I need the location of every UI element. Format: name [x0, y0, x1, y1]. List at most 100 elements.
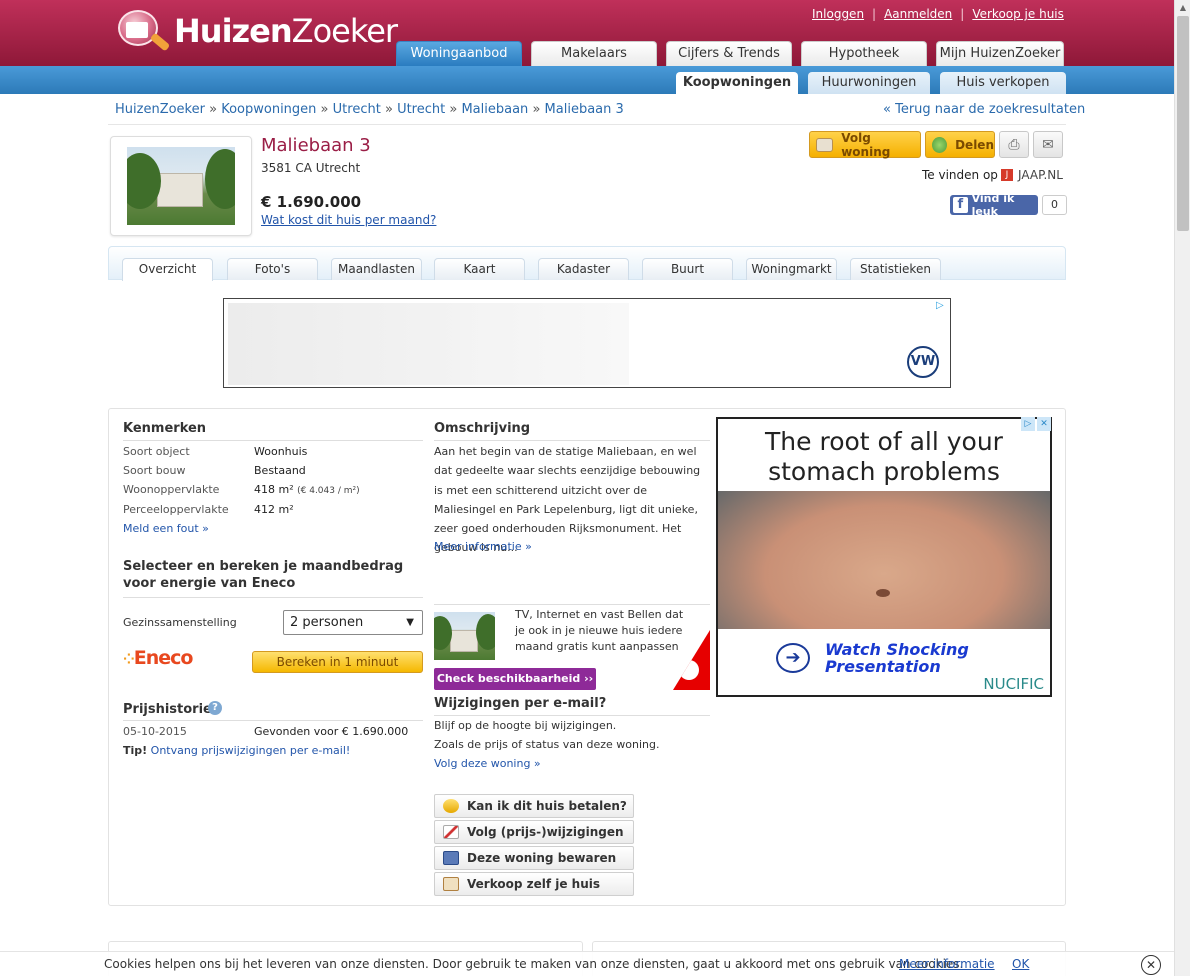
- tab-hypotheek[interactable]: Hypotheek: [801, 41, 927, 66]
- breadcrumb-item[interactable]: HuizenZoeker: [115, 102, 205, 117]
- breadcrumb-item[interactable]: Maliebaan: [461, 102, 528, 117]
- feature-label: Soort object: [123, 445, 190, 458]
- tab-woningaanbod[interactable]: Woningaanbod: [396, 41, 522, 66]
- scroll-up-icon[interactable]: ▲: [1175, 0, 1190, 16]
- share-globe-icon: [932, 136, 948, 153]
- tab-fotos[interactable]: Foto's: [227, 258, 318, 280]
- divider: [123, 597, 423, 598]
- more-info-link[interactable]: Meer informatie »: [434, 540, 532, 553]
- sub-nav: Koopwoningen Huurwoningen Huis verkopen: [676, 72, 1066, 94]
- changes-line: Zoals de prijs of status van deze woning…: [434, 738, 660, 751]
- tab-statistieken[interactable]: Statistieken: [850, 258, 941, 280]
- cookie-bar: Cookies helpen ons bij het leveren van o…: [0, 951, 1174, 976]
- eneco-logo: ⁘Eneco: [123, 647, 193, 669]
- vodafone-house-photo: [434, 612, 495, 660]
- feature-label: Soort bouw: [123, 464, 186, 477]
- tab-woningmarkt[interactable]: Woningmarkt: [746, 258, 837, 280]
- report-error-link[interactable]: Meld een fout »: [123, 522, 209, 535]
- subtab-huurwoningen[interactable]: Huurwoningen: [808, 72, 930, 94]
- house-icon: [816, 137, 834, 152]
- help-icon[interactable]: ?: [208, 701, 222, 715]
- history-event: Gevonden voor € 1.690.000: [254, 725, 409, 738]
- scroll-thumb[interactable]: [1177, 16, 1189, 231]
- follow-price-changes-button[interactable]: Volg (prijs-)wijzigingen: [434, 820, 634, 844]
- share-button[interactable]: Delen: [925, 131, 995, 158]
- printer-icon: ⎙: [1008, 136, 1020, 153]
- price-alert-link[interactable]: Ontvang prijswijzigingen per e-mail!: [151, 744, 351, 757]
- household-select[interactable]: 2 personen ▼: [283, 610, 423, 635]
- breadcrumb-item[interactable]: Utrecht: [397, 102, 445, 117]
- jaap-link[interactable]: J JAAP.NL: [1001, 168, 1063, 182]
- ad-image-placeholder: [228, 303, 629, 385]
- vodafone-text: TV, Internet en vast Bellen dat je ook i…: [515, 608, 684, 653]
- property-price: € 1.690.000: [261, 193, 362, 211]
- feature-value: 412 m²: [254, 503, 294, 516]
- tab-kaart[interactable]: Kaart: [434, 258, 525, 280]
- breadcrumb: HuizenZoeker » Koopwoningen » Utrecht » …: [115, 102, 624, 117]
- feature-label: Woonoppervlakte: [123, 483, 220, 496]
- feature-value: Bestaand: [254, 464, 306, 477]
- sell-house-link[interactable]: Verkoop je huis: [972, 7, 1064, 21]
- facebook-like-button[interactable]: f Vind ik leuk: [950, 192, 1038, 218]
- monthly-cost-link[interactable]: Wat kost dit huis per maand?: [261, 213, 436, 227]
- ad-headline: The root of all your stomach problems: [765, 427, 1003, 486]
- subtab-koopwoningen[interactable]: Koopwoningen: [676, 72, 798, 94]
- chart-icon: [443, 825, 459, 839]
- back-to-results-link[interactable]: « Terug naar de zoekresultaten: [883, 102, 1085, 117]
- breadcrumb-separator: »: [449, 102, 458, 117]
- tab-overzicht[interactable]: Overzicht: [122, 258, 213, 281]
- huizenzoeker-logo[interactable]: HuizenZoeker: [114, 6, 398, 56]
- property-thumbnail[interactable]: [110, 136, 252, 236]
- property-title: Maliebaan 3: [261, 135, 371, 156]
- energy-heading-line1: Selecteer en bereken je maandbedrag: [123, 559, 404, 574]
- print-button[interactable]: ⎙: [999, 131, 1029, 158]
- breadcrumb-separator: »: [320, 102, 329, 117]
- banner-ad[interactable]: ▷ VW: [223, 298, 951, 388]
- afford-button[interactable]: Kan ik dit huis betalen?: [434, 794, 634, 818]
- cookie-ok-link[interactable]: OK: [1012, 957, 1029, 971]
- breadcrumb-item[interactable]: Utrecht: [333, 102, 381, 117]
- facebook-like-count: 0: [1042, 195, 1067, 215]
- save-house-button[interactable]: Deze woning bewaren: [434, 846, 634, 870]
- tab-maandlasten[interactable]: Maandlasten: [331, 258, 422, 280]
- tab-mijn-huizenzoeker[interactable]: Mijn HuizenZoeker: [936, 41, 1064, 66]
- tab-kadaster[interactable]: Kadaster: [538, 258, 629, 280]
- sell-own-house-button[interactable]: Verkoop zelf je huis: [434, 872, 634, 896]
- logo-magnifier-icon: [114, 8, 172, 54]
- divider: [123, 440, 423, 441]
- ad-controls: ▷ ✕: [1021, 417, 1052, 431]
- price-history-heading: Prijshistorie: [123, 702, 212, 717]
- breadcrumb-item[interactable]: Koopwoningen: [221, 102, 316, 117]
- login-link[interactable]: Inloggen: [812, 7, 864, 21]
- tab-cijfers-trends[interactable]: Cijfers & Trends: [666, 41, 792, 66]
- cookie-text: Cookies helpen ons bij het leveren van o…: [104, 957, 964, 971]
- history-date: 05-10-2015: [123, 725, 187, 738]
- register-link[interactable]: Aanmelden: [884, 7, 952, 21]
- tab-buurt[interactable]: Buurt: [642, 258, 733, 280]
- close-icon[interactable]: ✕: [1141, 955, 1161, 975]
- close-icon[interactable]: ✕: [1037, 417, 1051, 431]
- divider: [108, 124, 1066, 125]
- ad-image: [718, 491, 1050, 629]
- vw-logo: VW: [907, 346, 939, 378]
- feature-value: Woonhuis: [254, 445, 308, 458]
- account-links: Inloggen | Aanmelden | Verkoop je huis: [812, 7, 1064, 21]
- email-button[interactable]: ✉: [1033, 131, 1063, 158]
- check-availability-button[interactable]: Check beschikbaarheid ››: [434, 668, 596, 690]
- adchoices-icon[interactable]: ▷: [1021, 417, 1035, 431]
- subtab-huis-verkopen[interactable]: Huis verkopen: [940, 72, 1066, 94]
- follow-this-house-link[interactable]: Volg deze woning »: [434, 757, 541, 770]
- cookie-more-info-link[interactable]: Meer informatie: [899, 957, 995, 971]
- arrow-right-icon: ➔: [776, 643, 810, 673]
- breadcrumb-item[interactable]: Maliebaan 3: [545, 102, 624, 117]
- calculate-button[interactable]: Bereken in 1 minuut: [252, 651, 423, 673]
- logo-text: HuizenZoeker: [174, 12, 398, 50]
- scrollbar[interactable]: ▲: [1174, 0, 1190, 976]
- property-photo: [127, 147, 235, 225]
- side-ad[interactable]: The root of all your stomach problems ➔ …: [716, 417, 1052, 697]
- main-nav: Woningaanbod Makelaars Cijfers & Trends …: [396, 41, 1064, 66]
- adchoices-icon[interactable]: ▷: [936, 300, 948, 312]
- follow-house-button[interactable]: Volg woning: [809, 131, 921, 159]
- tab-makelaars[interactable]: Makelaars: [531, 41, 657, 66]
- coins-icon: [443, 799, 459, 813]
